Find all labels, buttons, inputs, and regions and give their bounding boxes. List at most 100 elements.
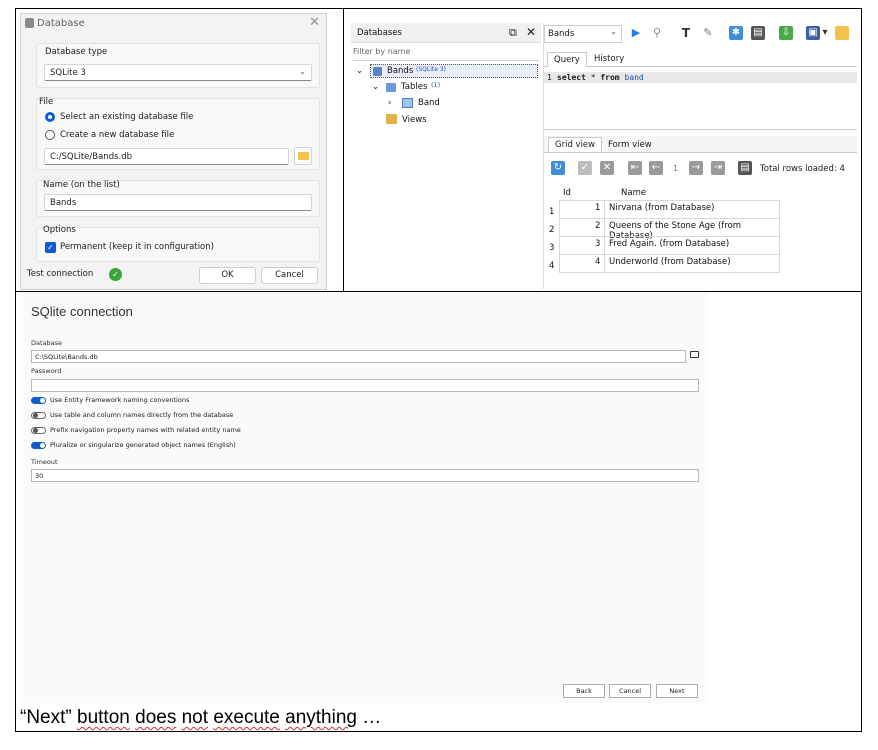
table-folder-icon xyxy=(386,83,396,92)
toggle-ef-naming-label: Use Entity Framework naming conventions xyxy=(50,396,190,404)
filter-input[interactable]: Filter by name xyxy=(353,47,539,59)
first-page-icon[interactable]: ⇤ xyxy=(628,161,642,175)
radio-existing-label: Select an existing database file xyxy=(60,112,194,122)
refresh-icon[interactable]: ↻ xyxy=(551,161,565,175)
chevron-down-icon[interactable]: ⌄ xyxy=(356,66,363,76)
database-icon xyxy=(25,18,34,28)
close-panel-icon[interactable]: ✕ xyxy=(526,25,536,39)
commit-icon[interactable]: ✓ xyxy=(578,161,592,175)
database-type-select[interactable]: SQLite 3 ⌄ xyxy=(44,64,312,81)
grid-header-id[interactable]: Id xyxy=(563,188,571,198)
chevron-down-icon: ⌄ xyxy=(298,67,306,77)
toggle-ef-naming[interactable] xyxy=(31,397,46,404)
cell-name: Nirvana (from Database) xyxy=(609,203,715,213)
tab-query[interactable]: Query xyxy=(547,52,587,67)
page-number: 1 xyxy=(673,164,679,173)
tables-count: (1) xyxy=(431,81,441,89)
cancel-button[interactable]: Cancel xyxy=(261,267,318,284)
tree-node-views[interactable]: Views xyxy=(402,115,427,125)
toggle-direct-names[interactable] xyxy=(31,412,46,419)
execute-icon[interactable]: ▶ xyxy=(629,26,643,40)
format-text-icon[interactable]: T xyxy=(679,26,693,40)
back-button[interactable]: Back xyxy=(563,684,605,698)
grid-header-name[interactable]: Name xyxy=(621,188,646,198)
test-connection-button[interactable]: Test connection xyxy=(25,267,103,284)
toggle-prefix-navigation[interactable] xyxy=(31,427,46,434)
tree-node-tables[interactable]: Tables xyxy=(401,82,427,92)
print-icon[interactable]: ▤ xyxy=(751,26,765,40)
row-number: 4 xyxy=(549,261,555,271)
export-icon[interactable]: ⇩ xyxy=(779,26,793,40)
name-input[interactable]: Bands xyxy=(44,194,312,211)
folder-open-icon[interactable] xyxy=(690,351,699,358)
rollback-icon[interactable]: ✕ xyxy=(600,161,614,175)
databases-panel-header: Databases ⧉ ✕ xyxy=(351,23,541,43)
cell-id: 3 xyxy=(595,239,601,249)
tree-node-band[interactable]: Band xyxy=(418,98,440,108)
next-button[interactable]: Next xyxy=(656,684,698,698)
table-icon xyxy=(402,98,413,108)
data-grid: Id Name 1 1 Nirvana (from Database) 2 2 … xyxy=(547,186,780,276)
timeout-input[interactable]: 30 xyxy=(31,469,699,482)
row-divider xyxy=(559,254,780,255)
toggle-direct-names-label: Use table and column names directly from… xyxy=(50,411,234,419)
file-group: File Select an existing database file Cr… xyxy=(36,97,320,170)
toggle-pluralize[interactable] xyxy=(31,442,46,449)
password-label: Password xyxy=(31,367,62,375)
database-icon xyxy=(373,67,382,76)
file-path-input[interactable]: C:/SQLite/Bands.db xyxy=(44,148,289,165)
chevron-down-icon[interactable]: ▾ xyxy=(821,26,829,40)
last-page-icon[interactable]: ⇥ xyxy=(711,161,725,175)
explain-icon[interactable]: ⚲ xyxy=(650,26,664,40)
views-icon xyxy=(386,114,397,124)
database-path-input[interactable]: C:\SQLite\Bands.db xyxy=(31,350,686,363)
file-label: File xyxy=(39,97,54,107)
cell-name: Fred Again. (from Database) xyxy=(609,239,730,249)
page-title: SQlite connection xyxy=(31,304,133,319)
database-type-label: Database type xyxy=(45,47,108,57)
doc-table-divider xyxy=(343,8,344,292)
tab-form-view[interactable]: Form view xyxy=(602,138,658,152)
close-icon[interactable]: ✕ xyxy=(309,15,320,30)
row-number: 3 xyxy=(549,243,555,253)
database-select[interactable]: Bands ⌄ xyxy=(544,25,622,43)
next-page-icon[interactable]: → xyxy=(689,161,703,175)
databases-panel-title: Databases xyxy=(357,28,402,38)
chevron-down-icon[interactable]: ⌄ xyxy=(372,82,379,92)
sql-editor[interactable]: 1 select * from band xyxy=(544,70,857,130)
save-icon[interactable]: ▣ xyxy=(806,26,820,40)
prev-page-icon[interactable]: ← xyxy=(649,161,663,175)
caption-text: “Next” button does not execute anything … xyxy=(20,707,382,728)
restore-window-icon[interactable]: ⧉ xyxy=(509,26,517,40)
timeout-label: Timeout xyxy=(31,458,58,466)
permanent-checkbox[interactable]: ✓ xyxy=(45,242,56,253)
row-number: 1 xyxy=(549,207,555,217)
options-group: Options ✓ Permanent (keep it in configur… xyxy=(36,225,320,262)
database-dialog: Database ✕ Database type SQLite 3 ⌄ File… xyxy=(20,13,327,290)
radio-new-file[interactable] xyxy=(45,130,55,140)
database-label: Database xyxy=(31,339,63,347)
row-number: 2 xyxy=(549,225,555,235)
line-number: 1 xyxy=(547,73,552,82)
folder-icon[interactable] xyxy=(835,26,849,40)
password-input[interactable] xyxy=(31,379,699,392)
filter-underline xyxy=(353,60,539,61)
print-icon[interactable]: ▤ xyxy=(738,161,752,175)
cell-name: Underworld (from Database) xyxy=(609,257,731,267)
chevron-right-icon[interactable]: › xyxy=(388,98,391,108)
tab-grid-view[interactable]: Grid view xyxy=(548,137,603,152)
name-label: Name (on the list) xyxy=(43,180,120,190)
sql-text: select * from band xyxy=(557,73,644,82)
browse-folder-button[interactable] xyxy=(294,147,312,165)
sqlite-connection-dialog: SQlite connection Database C:\SQLite\Ban… xyxy=(20,293,708,703)
database-type-group: Database type SQLite 3 ⌄ xyxy=(36,43,320,88)
edit-icon[interactable]: ✎ xyxy=(701,26,715,40)
radio-existing-file[interactable] xyxy=(45,112,55,122)
tree-node-bands[interactable]: Bands (SQLite 3) xyxy=(370,64,538,78)
ok-button[interactable]: OK xyxy=(199,267,256,284)
folder-icon xyxy=(298,152,309,160)
tools-icon[interactable]: ✱ xyxy=(729,26,743,40)
tab-history[interactable]: History xyxy=(588,52,630,66)
cell-id: 1 xyxy=(595,203,601,213)
cancel-button[interactable]: Cancel xyxy=(609,684,651,698)
